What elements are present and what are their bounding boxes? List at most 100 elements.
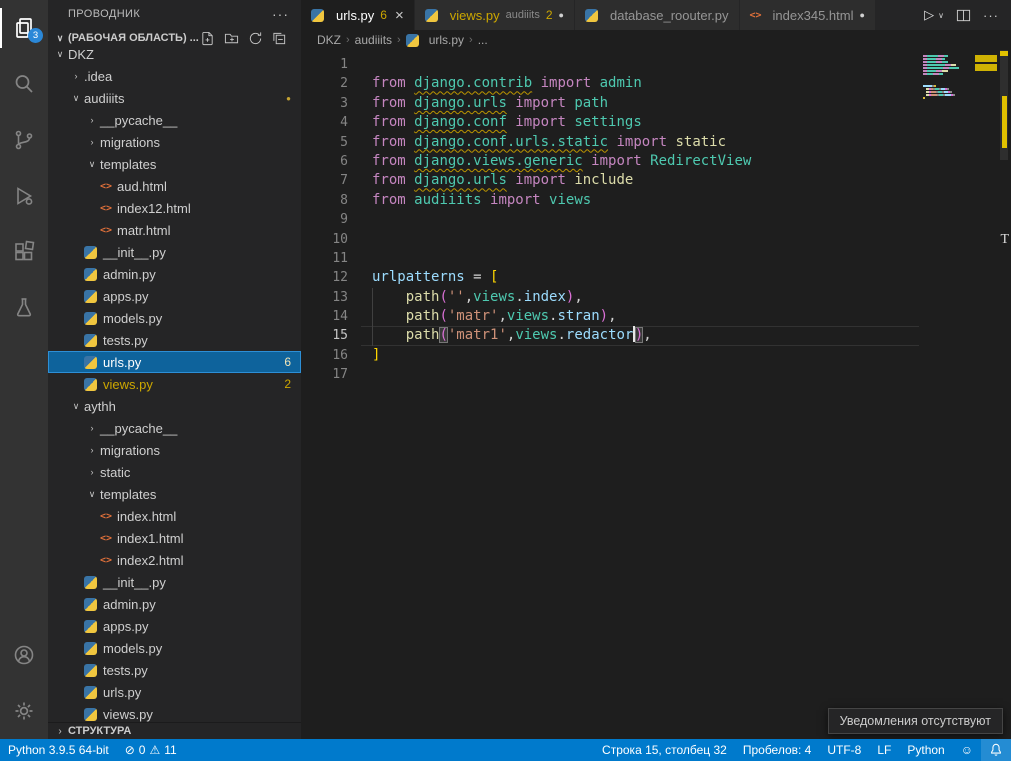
breadcrumb-item-audiiits[interactable]: audiiits — [355, 33, 392, 47]
outline-section-header[interactable]: › СТРУКТУРА — [48, 722, 301, 739]
code-line-2[interactable]: 2from django.contrib import admin — [301, 74, 1011, 93]
code-line-6[interactable]: 6from django.views.generic import Redire… — [301, 152, 1011, 171]
split-editor-icon[interactable] — [956, 8, 971, 23]
workspace-section-header[interactable]: ∨ (РАБОЧАЯ ОБЛАСТЬ) ... — [48, 28, 301, 48]
tree-item-migrations[interactable]: ›migrations — [48, 439, 301, 461]
tree-item-urls.py[interactable]: urls.py6 — [48, 351, 301, 373]
close-icon[interactable]: × — [395, 7, 404, 24]
notifications-bell-icon[interactable] — [981, 739, 1011, 761]
more-actions-icon[interactable]: ··· — [983, 8, 999, 23]
line-text — [348, 210, 372, 229]
tree-item-migrations[interactable]: ›migrations — [48, 131, 301, 153]
tab-database_roouter.py[interactable]: database_roouter.py — [575, 0, 740, 30]
tab-index345.html[interactable]: <>index345.html● — [740, 0, 876, 30]
tree-item-static[interactable]: ›static — [48, 461, 301, 483]
feedback-icon[interactable]: ☺ — [953, 739, 981, 761]
explorer-badge: 3 — [28, 28, 43, 43]
tree-item-urls.py[interactable]: urls.py — [48, 681, 301, 703]
code-line-10[interactable]: 10 — [301, 230, 1011, 249]
sidebar-more-actions-icon[interactable]: ··· — [272, 6, 289, 22]
settings-gear-icon[interactable] — [0, 683, 48, 739]
tree-item-__pycache__[interactable]: ›__pycache__ — [48, 109, 301, 131]
tree-item-apps.py[interactable]: apps.py — [48, 285, 301, 307]
breadcrumb-label: ... — [478, 33, 488, 47]
tree-item-__init__.py[interactable]: __init__.py — [48, 571, 301, 593]
run-file-icon[interactable]: ▷ — [924, 7, 934, 23]
minimap[interactable] — [923, 52, 997, 103]
breadcrumb-item-DKZ[interactable]: DKZ — [317, 33, 341, 47]
tab-views.py[interactable]: views.pyaudiiits2● — [415, 0, 575, 30]
tab-bar: urls.py6×views.pyaudiiits2●database_roou… — [301, 0, 1011, 30]
breadcrumb-item-urls.py[interactable]: urls.py — [406, 33, 464, 47]
tree-item-__pycache__[interactable]: ›__pycache__ — [48, 417, 301, 439]
warning-count: 11 — [164, 743, 176, 757]
tree-item-views.py[interactable]: views.py2 — [48, 373, 301, 395]
cursor-position-status[interactable]: Строка 15, столбец 32 — [594, 739, 735, 761]
code-editor[interactable]: 12from django.contrib import admin3from … — [301, 50, 1011, 739]
code-line-5[interactable]: 5from django.conf.urls.static import sta… — [301, 133, 1011, 152]
html-icon: <> — [100, 225, 117, 236]
tree-item-templates[interactable]: ∨templates — [48, 483, 301, 505]
tree-item-index12.html[interactable]: <>index12.html — [48, 197, 301, 219]
language-mode-status[interactable]: Python — [899, 739, 952, 761]
tree-item-admin.py[interactable]: admin.py — [48, 593, 301, 615]
search-icon[interactable] — [0, 56, 48, 112]
tree-item-index1.html[interactable]: <>index1.html — [48, 527, 301, 549]
breadcrumb-item-...[interactable]: ... — [478, 33, 488, 47]
eol-status[interactable]: LF — [869, 739, 899, 761]
collapse-folders-icon[interactable] — [272, 31, 287, 46]
tree-item-views.py[interactable]: views.py — [48, 703, 301, 722]
extensions-icon[interactable] — [0, 224, 48, 280]
python-interpreter-status[interactable]: Python 3.9.5 64-bit — [0, 739, 117, 761]
indentation-status[interactable]: Пробелов: 4 — [735, 739, 820, 761]
tree-item-aythh[interactable]: ∨aythh — [48, 395, 301, 417]
problems-status[interactable]: ⊘ 0 ⚠ 11 — [117, 739, 185, 761]
tree-item-label: index1.html — [117, 531, 183, 546]
encoding-status[interactable]: UTF-8 — [819, 739, 869, 761]
tab-label: index345.html — [773, 8, 854, 23]
code-line-13[interactable]: 13 path('',views.index), — [301, 288, 1011, 307]
tree-item-index.html[interactable]: <>index.html — [48, 505, 301, 527]
code-line-1[interactable]: 1 — [301, 55, 1011, 74]
tree-item-templates[interactable]: ∨templates — [48, 153, 301, 175]
run-debug-icon[interactable] — [0, 168, 48, 224]
tree-item-models.py[interactable]: models.py — [48, 637, 301, 659]
tree-item-models.py[interactable]: models.py — [48, 307, 301, 329]
tree-item-tests.py[interactable]: tests.py — [48, 329, 301, 351]
problems-badge: 6 — [284, 355, 301, 369]
tree-item-admin.py[interactable]: admin.py — [48, 263, 301, 285]
code-line-8[interactable]: 8from audiiits import views — [301, 191, 1011, 210]
new-folder-icon[interactable] — [224, 31, 239, 46]
tree-item-aud.html[interactable]: <>aud.html — [48, 175, 301, 197]
code-line-11[interactable]: 11 — [301, 249, 1011, 268]
code-line-16[interactable]: 16] — [301, 346, 1011, 365]
refresh-icon[interactable] — [248, 31, 263, 46]
tree-item-index2.html[interactable]: <>index2.html — [48, 549, 301, 571]
tree-item-tests.py[interactable]: tests.py — [48, 659, 301, 681]
tree-item-__init__.py[interactable]: __init__.py — [48, 241, 301, 263]
tree-item-.idea[interactable]: ›.idea — [48, 65, 301, 87]
tree-item-DKZ[interactable]: ∨DKZ — [48, 48, 301, 65]
code-line-12[interactable]: 12urlpatterns = [ — [301, 268, 1011, 287]
code-line-17[interactable]: 17 — [301, 365, 1011, 384]
source-control-icon[interactable] — [0, 112, 48, 168]
code-line-7[interactable]: 7from django.urls import include — [301, 171, 1011, 190]
tree-item-matr.html[interactable]: <>matr.html — [48, 219, 301, 241]
code-line-3[interactable]: 3from django.urls import path — [301, 94, 1011, 113]
code-line-4[interactable]: 4from django.conf import settings — [301, 113, 1011, 132]
testing-icon[interactable] — [0, 280, 48, 336]
code-line-15[interactable]: 15 path('matr1',views.redactor), — [301, 326, 1011, 345]
run-dropdown-icon[interactable]: ∨ — [938, 11, 944, 20]
tab-urls.py[interactable]: urls.py6× — [301, 0, 415, 30]
overview-ruler[interactable]: T — [997, 30, 1011, 739]
new-file-icon[interactable] — [200, 31, 215, 46]
account-icon[interactable] — [0, 627, 48, 683]
code-line-9[interactable]: 9 — [301, 210, 1011, 229]
tree-item-audiiits[interactable]: ∨audiiits● — [48, 87, 301, 109]
python-icon — [84, 290, 97, 303]
html-icon: <> — [750, 10, 767, 21]
chevron-down-icon: ∨ — [52, 49, 68, 60]
explorer-icon[interactable]: 3 — [0, 0, 48, 56]
code-line-14[interactable]: 14 path('matr',views.stran), — [301, 307, 1011, 326]
tree-item-apps.py[interactable]: apps.py — [48, 615, 301, 637]
